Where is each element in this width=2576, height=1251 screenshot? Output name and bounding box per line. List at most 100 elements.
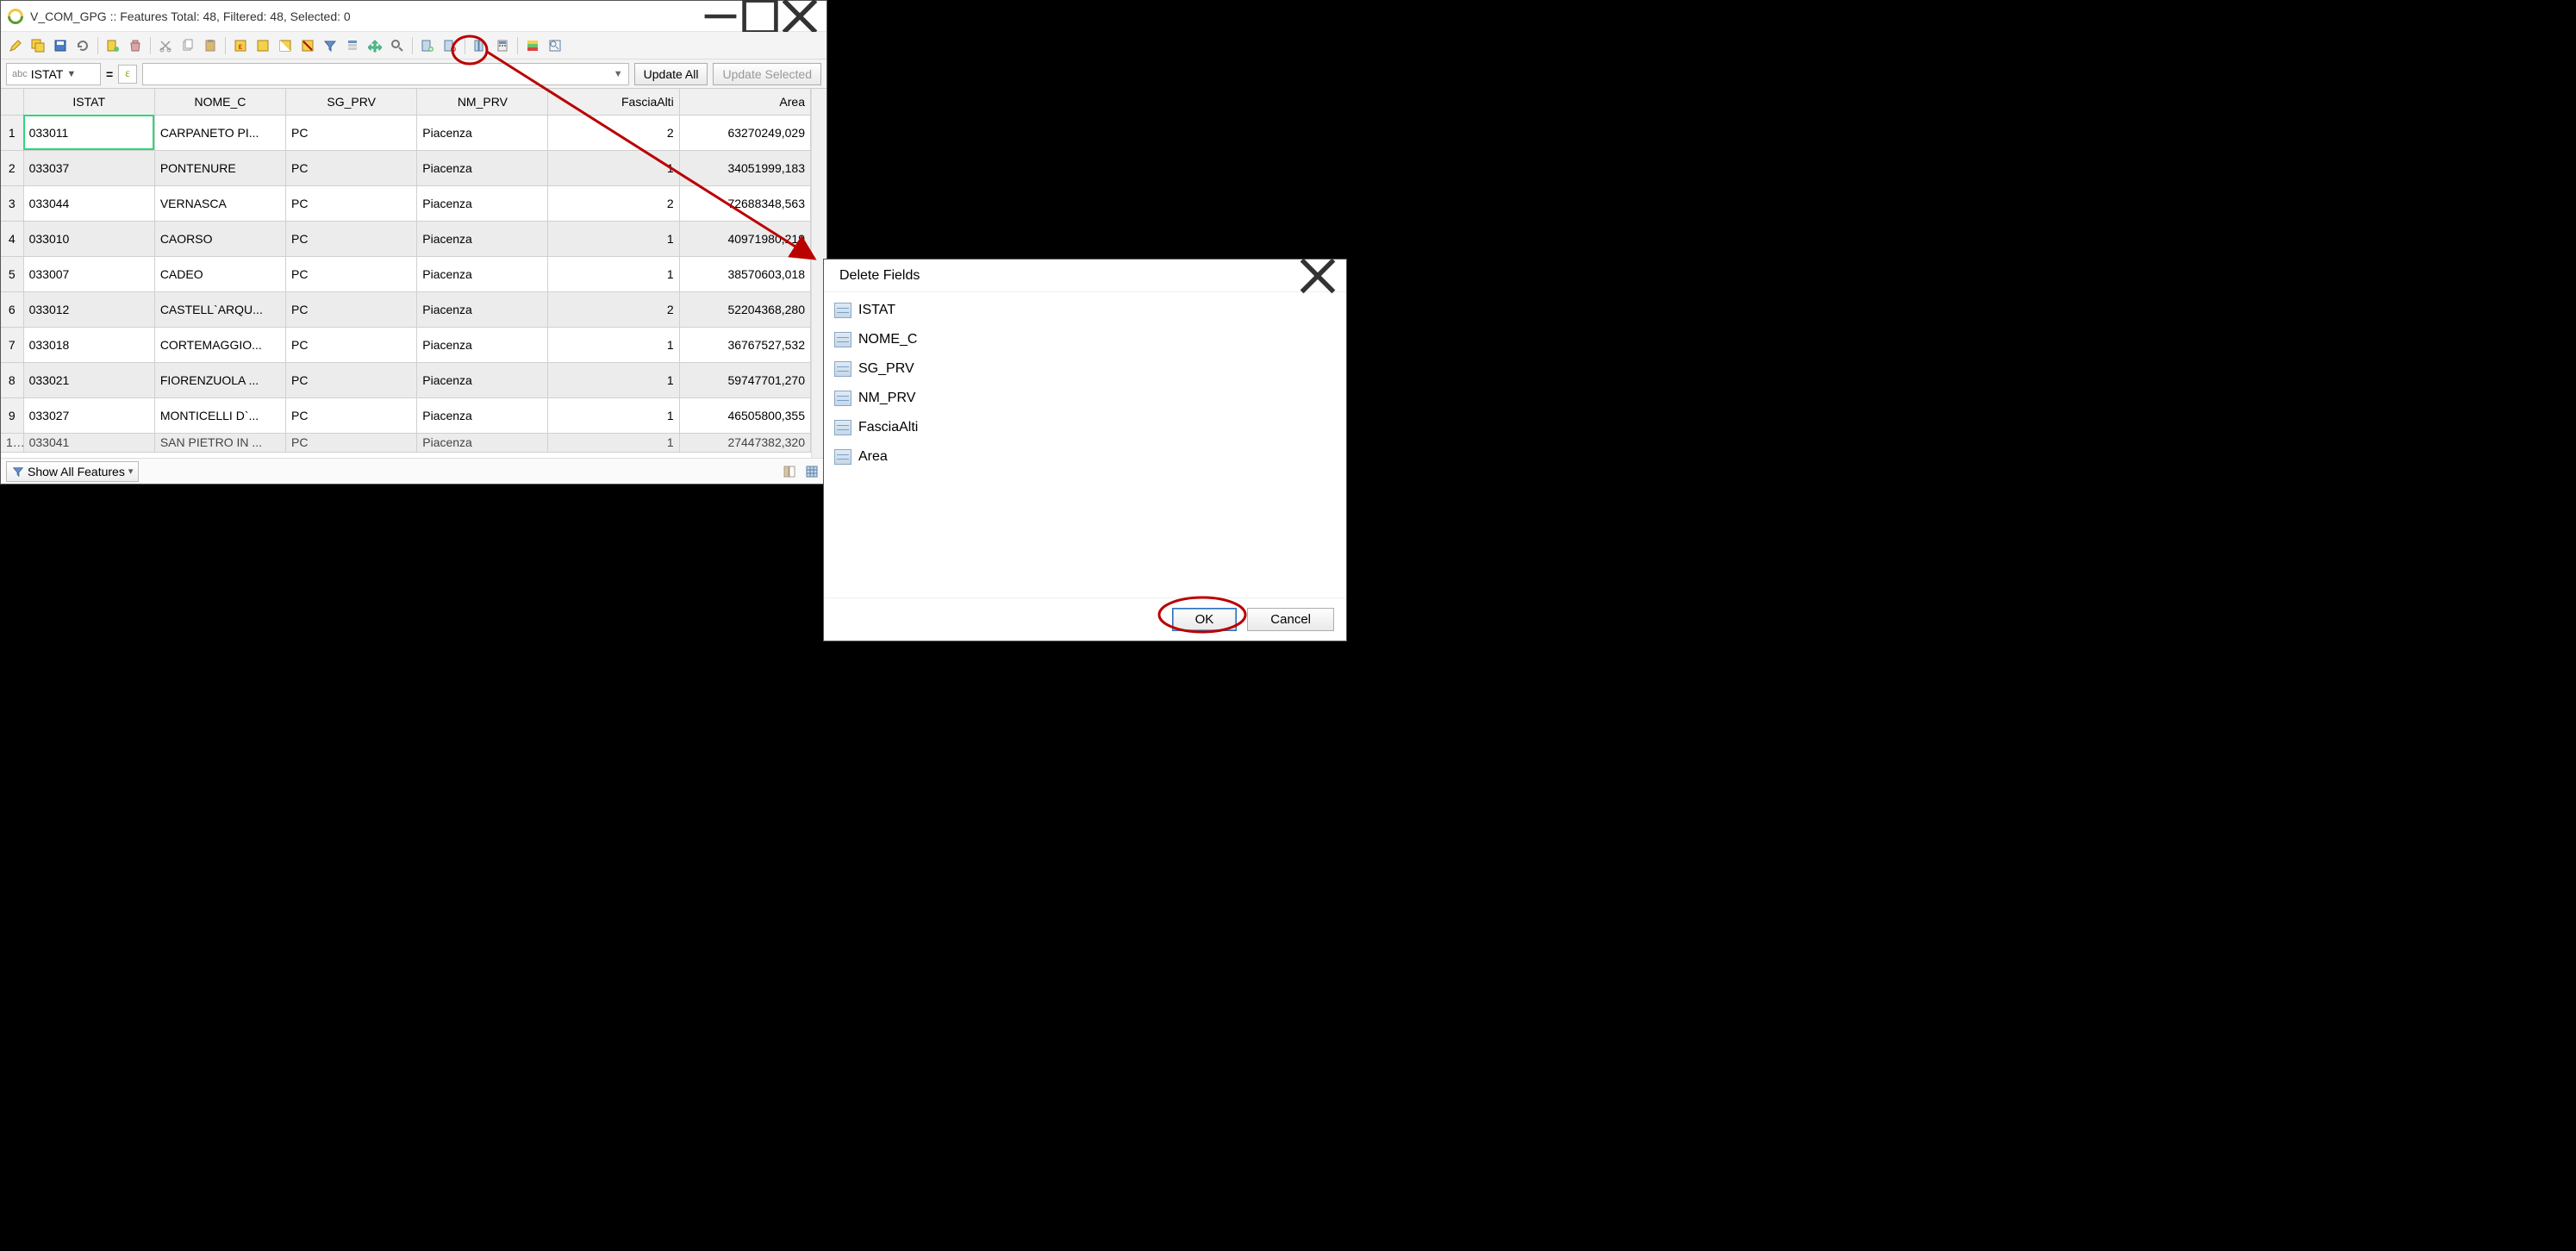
conditional-format-icon[interactable]: [523, 36, 542, 55]
cut-icon[interactable]: [156, 36, 175, 55]
cell[interactable]: 033044: [23, 185, 154, 221]
table-row[interactable]: 4033010CAORSOPCPiacenza140971980,219: [1, 221, 811, 256]
show-all-features-button[interactable]: Show All Features ▾: [6, 461, 139, 482]
cell[interactable]: Piacenza: [417, 185, 548, 221]
field-list-item[interactable]: FasciaAlti: [831, 413, 1339, 442]
filter-selection-icon[interactable]: [321, 36, 340, 55]
col-header[interactable]: Area: [679, 89, 810, 115]
cell[interactable]: Piacenza: [417, 291, 548, 327]
cell[interactable]: 033007: [23, 256, 154, 291]
table-row[interactable]: 10033041SAN PIETRO IN ...PCPiacenza12744…: [1, 433, 811, 452]
cell[interactable]: PC: [286, 397, 417, 433]
expression-button[interactable]: ε: [118, 65, 137, 84]
cell[interactable]: 1: [548, 150, 679, 185]
field-selector[interactable]: abc ISTAT ▼: [6, 63, 101, 85]
update-all-button[interactable]: Update All: [634, 63, 708, 85]
cell[interactable]: 1: [548, 327, 679, 362]
cell[interactable]: 52204368,280: [679, 291, 810, 327]
expression-input[interactable]: ▼: [142, 63, 628, 85]
col-header[interactable]: ISTAT: [23, 89, 154, 115]
select-by-expression-icon[interactable]: ε: [231, 36, 250, 55]
cell[interactable]: 1: [548, 362, 679, 397]
copy-icon[interactable]: [178, 36, 197, 55]
cell[interactable]: Piacenza: [417, 150, 548, 185]
cell[interactable]: PC: [286, 115, 417, 150]
cell[interactable]: 1: [548, 397, 679, 433]
toggle-editing-icon[interactable]: [6, 36, 25, 55]
cell[interactable]: VERNASCA: [154, 185, 285, 221]
cell[interactable]: 1: [548, 433, 679, 452]
cell[interactable]: 033012: [23, 291, 154, 327]
table-scroll[interactable]: ISTAT NOME_C SG_PRV NM_PRV FasciaAlti Ar…: [1, 89, 811, 458]
field-list-item[interactable]: NOME_C: [831, 325, 1339, 354]
cell[interactable]: PC: [286, 291, 417, 327]
row-header[interactable]: 4: [1, 221, 23, 256]
cell[interactable]: 36767527,532: [679, 327, 810, 362]
cell[interactable]: 1: [548, 256, 679, 291]
corner-cell[interactable]: [1, 89, 23, 115]
close-button[interactable]: [780, 3, 820, 29]
cell[interactable]: MONTICELLI D`...: [154, 397, 285, 433]
move-selection-top-icon[interactable]: [343, 36, 362, 55]
delete-selected-icon[interactable]: [126, 36, 145, 55]
cell[interactable]: Piacenza: [417, 433, 548, 452]
col-header[interactable]: NM_PRV: [417, 89, 548, 115]
row-header[interactable]: 8: [1, 362, 23, 397]
cell[interactable]: FIORENZUOLA ...: [154, 362, 285, 397]
cell[interactable]: PONTENURE: [154, 150, 285, 185]
cell[interactable]: Piacenza: [417, 397, 548, 433]
cell[interactable]: Piacenza: [417, 115, 548, 150]
table-row[interactable]: 5033007CADEOPCPiacenza138570603,018: [1, 256, 811, 291]
field-list-item[interactable]: Area: [831, 442, 1339, 472]
cell[interactable]: 033011: [23, 115, 154, 150]
cell[interactable]: PC: [286, 256, 417, 291]
cell[interactable]: Piacenza: [417, 221, 548, 256]
table-row[interactable]: 8033021FIORENZUOLA ...PCPiacenza15974770…: [1, 362, 811, 397]
maximize-button[interactable]: [740, 3, 780, 29]
row-header[interactable]: 2: [1, 150, 23, 185]
col-header[interactable]: NOME_C: [154, 89, 285, 115]
row-header[interactable]: 6: [1, 291, 23, 327]
table-row[interactable]: 3033044VERNASCAPCPiacenza272688348,563: [1, 185, 811, 221]
cell[interactable]: 033018: [23, 327, 154, 362]
row-header[interactable]: 10: [1, 433, 23, 452]
cell[interactable]: Piacenza: [417, 362, 548, 397]
cell[interactable]: 46505800,355: [679, 397, 810, 433]
table-view-icon[interactable]: [802, 462, 821, 481]
form-view-icon[interactable]: [780, 462, 799, 481]
row-header[interactable]: 3: [1, 185, 23, 221]
cell[interactable]: 2: [548, 291, 679, 327]
row-header[interactable]: 7: [1, 327, 23, 362]
cancel-button[interactable]: Cancel: [1247, 608, 1334, 631]
row-header[interactable]: 9: [1, 397, 23, 433]
table-row[interactable]: 7033018CORTEMAGGIO...PCPiacenza136767527…: [1, 327, 811, 362]
multiedit-icon[interactable]: [28, 36, 47, 55]
row-header[interactable]: 1: [1, 115, 23, 150]
cell[interactable]: Piacenza: [417, 327, 548, 362]
cell[interactable]: 033041: [23, 433, 154, 452]
cell[interactable]: CORTEMAGGIO...: [154, 327, 285, 362]
cell[interactable]: 033027: [23, 397, 154, 433]
add-feature-icon[interactable]: [103, 36, 122, 55]
organize-columns-icon[interactable]: [471, 36, 490, 55]
cell[interactable]: CAORSO: [154, 221, 285, 256]
field-list[interactable]: ISTATNOME_CSG_PRVNM_PRVFasciaAltiArea: [824, 292, 1346, 597]
cell[interactable]: 033010: [23, 221, 154, 256]
cell[interactable]: SAN PIETRO IN ...: [154, 433, 285, 452]
table-row[interactable]: 6033012CASTELL`ARQU...PCPiacenza25220436…: [1, 291, 811, 327]
cell[interactable]: 38570603,018: [679, 256, 810, 291]
cell[interactable]: PC: [286, 150, 417, 185]
col-header[interactable]: FasciaAlti: [548, 89, 679, 115]
cell[interactable]: 59747701,270: [679, 362, 810, 397]
cell[interactable]: 2: [548, 185, 679, 221]
cell[interactable]: PC: [286, 221, 417, 256]
new-field-icon[interactable]: [418, 36, 437, 55]
field-list-item[interactable]: SG_PRV: [831, 354, 1339, 384]
col-header[interactable]: SG_PRV: [286, 89, 417, 115]
cell[interactable]: PC: [286, 362, 417, 397]
cell[interactable]: Piacenza: [417, 256, 548, 291]
row-header[interactable]: 5: [1, 256, 23, 291]
close-button[interactable]: [1298, 263, 1338, 289]
cell[interactable]: 2: [548, 115, 679, 150]
cell[interactable]: CADEO: [154, 256, 285, 291]
